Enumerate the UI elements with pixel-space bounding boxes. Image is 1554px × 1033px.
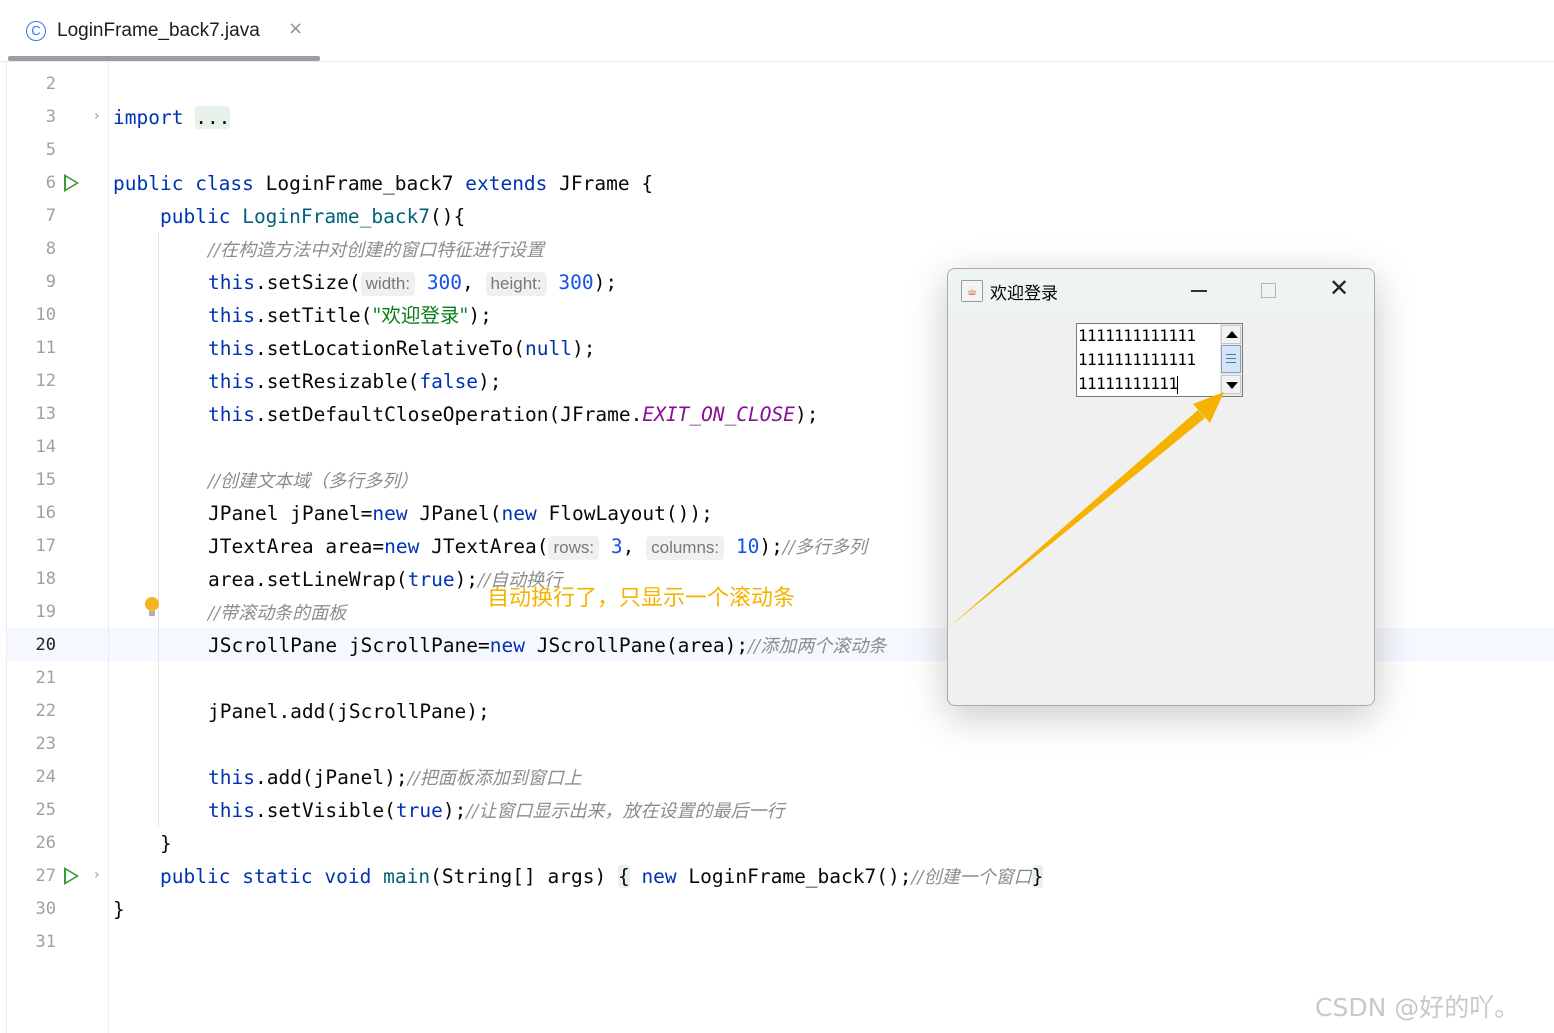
lightbulb-icon[interactable] — [145, 597, 159, 616]
code-line-12: this.setResizable(false); — [208, 370, 502, 393]
code-line-16: JPanel jPanel=new JPanel(new FlowLayout(… — [208, 502, 713, 525]
watermark: CSDN @好的吖。 — [1315, 993, 1520, 1022]
text-area-line: 1111111111111 — [1078, 326, 1196, 345]
line-number: 15 — [35, 470, 56, 490]
text-caret — [1177, 375, 1179, 394]
code-line-22: jPanel.add(jScrollPane); — [208, 700, 490, 723]
code-line-19: //带滚动条的面板 — [208, 603, 347, 624]
line-number: 2 — [45, 74, 56, 94]
line-number: 16 — [35, 503, 56, 523]
code-line-9: this.setSize(width: 300, height: 300); — [208, 271, 618, 296]
line-number: 9 — [45, 272, 56, 292]
param-hint: width: — [360, 272, 416, 296]
line-number: 31 — [35, 932, 56, 952]
indent-guide — [158, 233, 159, 827]
param-hint: rows: — [548, 536, 600, 560]
editor-tab-bar: C LoginFrame_back7.java × — [0, 0, 1554, 62]
line-number: 23 — [35, 734, 56, 754]
code-line-17: JTextArea area=new JTextArea(rows: 3, co… — [208, 535, 867, 560]
code-line-10: this.setTitle("欢迎登录"); — [208, 304, 492, 327]
line-number: 18 — [35, 569, 56, 589]
close-icon[interactable]: ✕ — [1329, 274, 1349, 302]
code-line-6: public class LoginFrame_back7 extends JF… — [113, 172, 654, 195]
param-hint: height: — [485, 272, 547, 296]
text-area-line: 1111111111111 — [1078, 350, 1196, 369]
scroll-thumb[interactable] — [1221, 345, 1241, 373]
code-line-27: public static void main(String[] args) {… — [160, 865, 1044, 888]
run-class-icon[interactable] — [64, 174, 79, 192]
scroll-down-icon[interactable] — [1221, 375, 1241, 394]
line-number: 6 — [45, 173, 56, 193]
code-line-8: //在构造方法中对创建的窗口特征进行设置 — [208, 240, 545, 261]
line-number: 30 — [35, 899, 56, 919]
line-number: 24 — [35, 767, 56, 787]
line-number: 22 — [35, 701, 56, 721]
text-area[interactable]: 1111111111111 1111111111111 11111111111 — [1076, 323, 1222, 397]
vertical-scrollbar[interactable] — [1220, 323, 1243, 397]
code-line-30: } — [113, 898, 125, 921]
run-main-icon[interactable] — [64, 867, 79, 885]
line-number: 17 — [35, 536, 56, 556]
line-number: 12 — [35, 371, 56, 391]
line-number: 21 — [35, 668, 56, 688]
line-number: 14 — [35, 437, 56, 457]
line-number: 11 — [35, 338, 56, 358]
code-line-13: this.setDefaultCloseOperation(JFrame.EXI… — [208, 403, 819, 426]
window-title: 欢迎登录 — [990, 284, 1058, 304]
swing-window[interactable]: ☕ 欢迎登录 ✕ 1111111111111 1111111111111 111… — [947, 268, 1375, 706]
line-number: 8 — [45, 239, 56, 259]
text-area-line: 11111111111 — [1078, 374, 1179, 394]
line-number: 26 — [35, 833, 56, 853]
line-number: 25 — [35, 800, 56, 820]
code-line-7: public LoginFrame_back7(){ — [160, 205, 466, 228]
fold-chevron-icon[interactable]: › — [94, 108, 100, 124]
line-number-current: 20 — [35, 635, 56, 655]
annotation-text: 自动换行了，只显示一个滚动条 — [487, 586, 796, 611]
scroll-up-icon[interactable] — [1221, 325, 1241, 344]
code-line-20: JScrollPane jScrollPane=new JScrollPane(… — [208, 634, 887, 657]
line-number: 3 — [45, 107, 56, 127]
fold-chevron-icon[interactable]: › — [94, 867, 100, 883]
tab-title: LoginFrame_back7.java — [57, 20, 260, 41]
editor-tab[interactable]: C LoginFrame_back7.java × — [8, 12, 320, 62]
code-line-26: } — [160, 832, 172, 855]
class-icon: C — [26, 21, 46, 41]
code-line-24: this.add(jPanel);//把面板添加到窗口上 — [208, 766, 582, 789]
line-number: 27 — [35, 866, 56, 886]
line-number: 19 — [35, 602, 56, 622]
code-line-25: this.setVisible(true);//让窗口显示出来，放在设置的最后一… — [208, 799, 785, 822]
line-number: 5 — [45, 140, 56, 160]
close-tab-icon[interactable]: × — [288, 18, 303, 39]
java-icon: ☕ — [961, 280, 983, 302]
window-titlebar[interactable]: ☕ 欢迎登录 ✕ — [948, 269, 1374, 314]
line-number: 13 — [35, 404, 56, 424]
line-number: 7 — [45, 206, 56, 226]
line-number: 10 — [35, 305, 56, 325]
param-hint: columns: — [646, 536, 725, 560]
code-line-15: //创建文本域（多行多列） — [208, 471, 419, 492]
code-line-3: import ... — [113, 106, 231, 129]
code-line-11: this.setLocationRelativeTo(null); — [208, 337, 596, 360]
minimize-icon[interactable] — [1191, 290, 1207, 292]
folded-imports[interactable]: ... — [195, 106, 231, 129]
gutter-divider — [108, 62, 109, 1033]
maximize-icon — [1261, 283, 1276, 298]
